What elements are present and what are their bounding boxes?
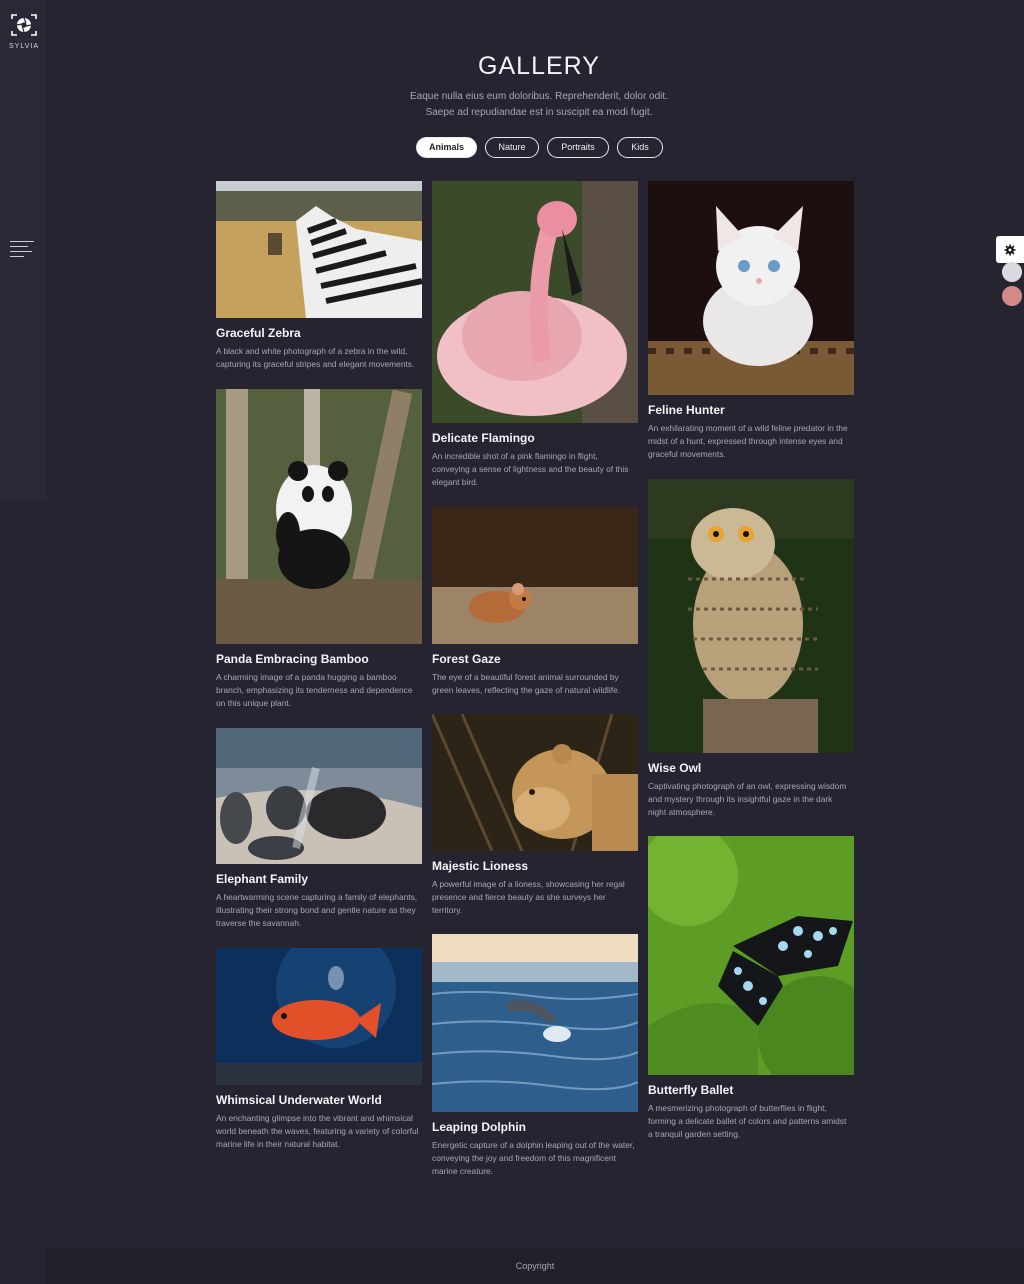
color-tool-icon[interactable] xyxy=(1002,286,1022,306)
card-description: A powerful image of a lioness, showcasin… xyxy=(432,879,625,915)
filter-bar: Animals Nature Portraits Kids xyxy=(416,137,663,158)
gallery-card: Delicate Flamingo An incredible shot of … xyxy=(432,181,638,489)
card-title: Elephant Family xyxy=(216,872,309,886)
right-toolbar xyxy=(996,236,1024,310)
filter-nature[interactable]: Nature xyxy=(485,137,539,158)
card-title: Majestic Lioness xyxy=(432,859,529,873)
page-title: GALLERY xyxy=(478,52,600,80)
card-description: An incredible shot of a pink flamingo in… xyxy=(432,451,629,487)
butterfly-image[interactable] xyxy=(648,836,854,1075)
grid-tool-icon[interactable] xyxy=(1002,262,1022,282)
elephant-image[interactable] xyxy=(216,728,422,864)
page-subtitle: Eaque nulla eius eum doloribus. Reprehen… xyxy=(0,89,1024,121)
card-title: Forest Gaze xyxy=(432,652,501,666)
mouse-image[interactable] xyxy=(432,507,638,644)
gallery-card: Wise Owl Captivating photograph of an ow… xyxy=(648,479,854,819)
card-title: Feline Hunter xyxy=(648,403,725,417)
card-title: Panda Embracing Bamboo xyxy=(216,652,369,666)
gallery-header: GALLERY Eaque nulla eius eum doloribus. … xyxy=(0,52,1024,121)
card-description: Energetic capture of a dolphin leaping o… xyxy=(432,1140,635,1176)
filter-animals[interactable]: Animals xyxy=(416,137,477,158)
gallery-card: Leaping Dolphin Energetic capture of a d… xyxy=(432,934,638,1178)
kitten-image[interactable] xyxy=(648,181,854,395)
card-description: An enchanting glimpse into the vibrant a… xyxy=(216,1113,419,1149)
fish-image[interactable] xyxy=(216,948,422,1085)
card-title: Wise Owl xyxy=(648,761,702,775)
footer: Copyright xyxy=(46,1249,1024,1284)
gear-icon xyxy=(1004,244,1016,255)
copyright-text: Copyright xyxy=(515,1261,555,1271)
gallery-card: Panda Embracing Bamboo A charming image … xyxy=(216,389,422,710)
subtitle-line-2: Saepe ad repudiandae est in suscipit ea … xyxy=(425,107,653,118)
menu-icon[interactable] xyxy=(10,241,34,257)
gallery-card: Forest Gaze The eye of a beautiful fores… xyxy=(432,507,638,697)
gallery-card: Whimsical Underwater World An enchanting… xyxy=(216,948,422,1151)
gallery-card: Elephant Family A heartwarming scene cap… xyxy=(216,728,422,930)
card-description: A heartwarming scene capturing a family … xyxy=(216,892,418,928)
subtitle-line-1: Eaque nulla eius eum doloribus. Reprehen… xyxy=(410,91,668,102)
card-title: Whimsical Underwater World xyxy=(216,1093,382,1107)
card-description: The eye of a beautiful forest animal sur… xyxy=(432,672,621,695)
card-description: An exhilarating moment of a wild feline … xyxy=(648,423,848,459)
lioness-image[interactable] xyxy=(432,714,638,851)
settings-button[interactable] xyxy=(996,236,1024,263)
card-description: A mesmerizing photograph of butterflies … xyxy=(648,1103,847,1139)
owl-image[interactable] xyxy=(648,479,854,753)
panda-image[interactable] xyxy=(216,389,422,644)
card-description: A black and white photograph of a zebra … xyxy=(216,346,415,369)
flamingo-image[interactable] xyxy=(432,181,638,423)
card-description: Captivating photograph of an owl, expres… xyxy=(648,781,847,817)
gallery-card: Butterfly Ballet A mesmerizing photograp… xyxy=(648,836,854,1141)
card-title: Leaping Dolphin xyxy=(432,1120,526,1134)
card-title: Butterfly Ballet xyxy=(648,1083,734,1097)
filter-portraits[interactable]: Portraits xyxy=(547,137,609,158)
zebra-image[interactable] xyxy=(216,181,422,318)
brand-logo[interactable]: SYLVIA xyxy=(8,14,40,50)
dolphin-image[interactable] xyxy=(432,934,638,1112)
card-description: A charming image of a panda hugging a ba… xyxy=(216,672,413,708)
card-title: Graceful Zebra xyxy=(216,326,301,340)
gallery-card: Majestic Lioness A powerful image of a l… xyxy=(432,714,638,917)
card-title: Delicate Flamingo xyxy=(432,431,535,445)
filter-kids[interactable]: Kids xyxy=(617,137,663,158)
brand-name: SYLVIA xyxy=(9,43,39,50)
gallery-card: Feline Hunter An exhilarating moment of … xyxy=(648,181,854,461)
camera-aperture-icon xyxy=(11,14,37,36)
gallery-card: Graceful Zebra A black and white photogr… xyxy=(216,181,422,371)
